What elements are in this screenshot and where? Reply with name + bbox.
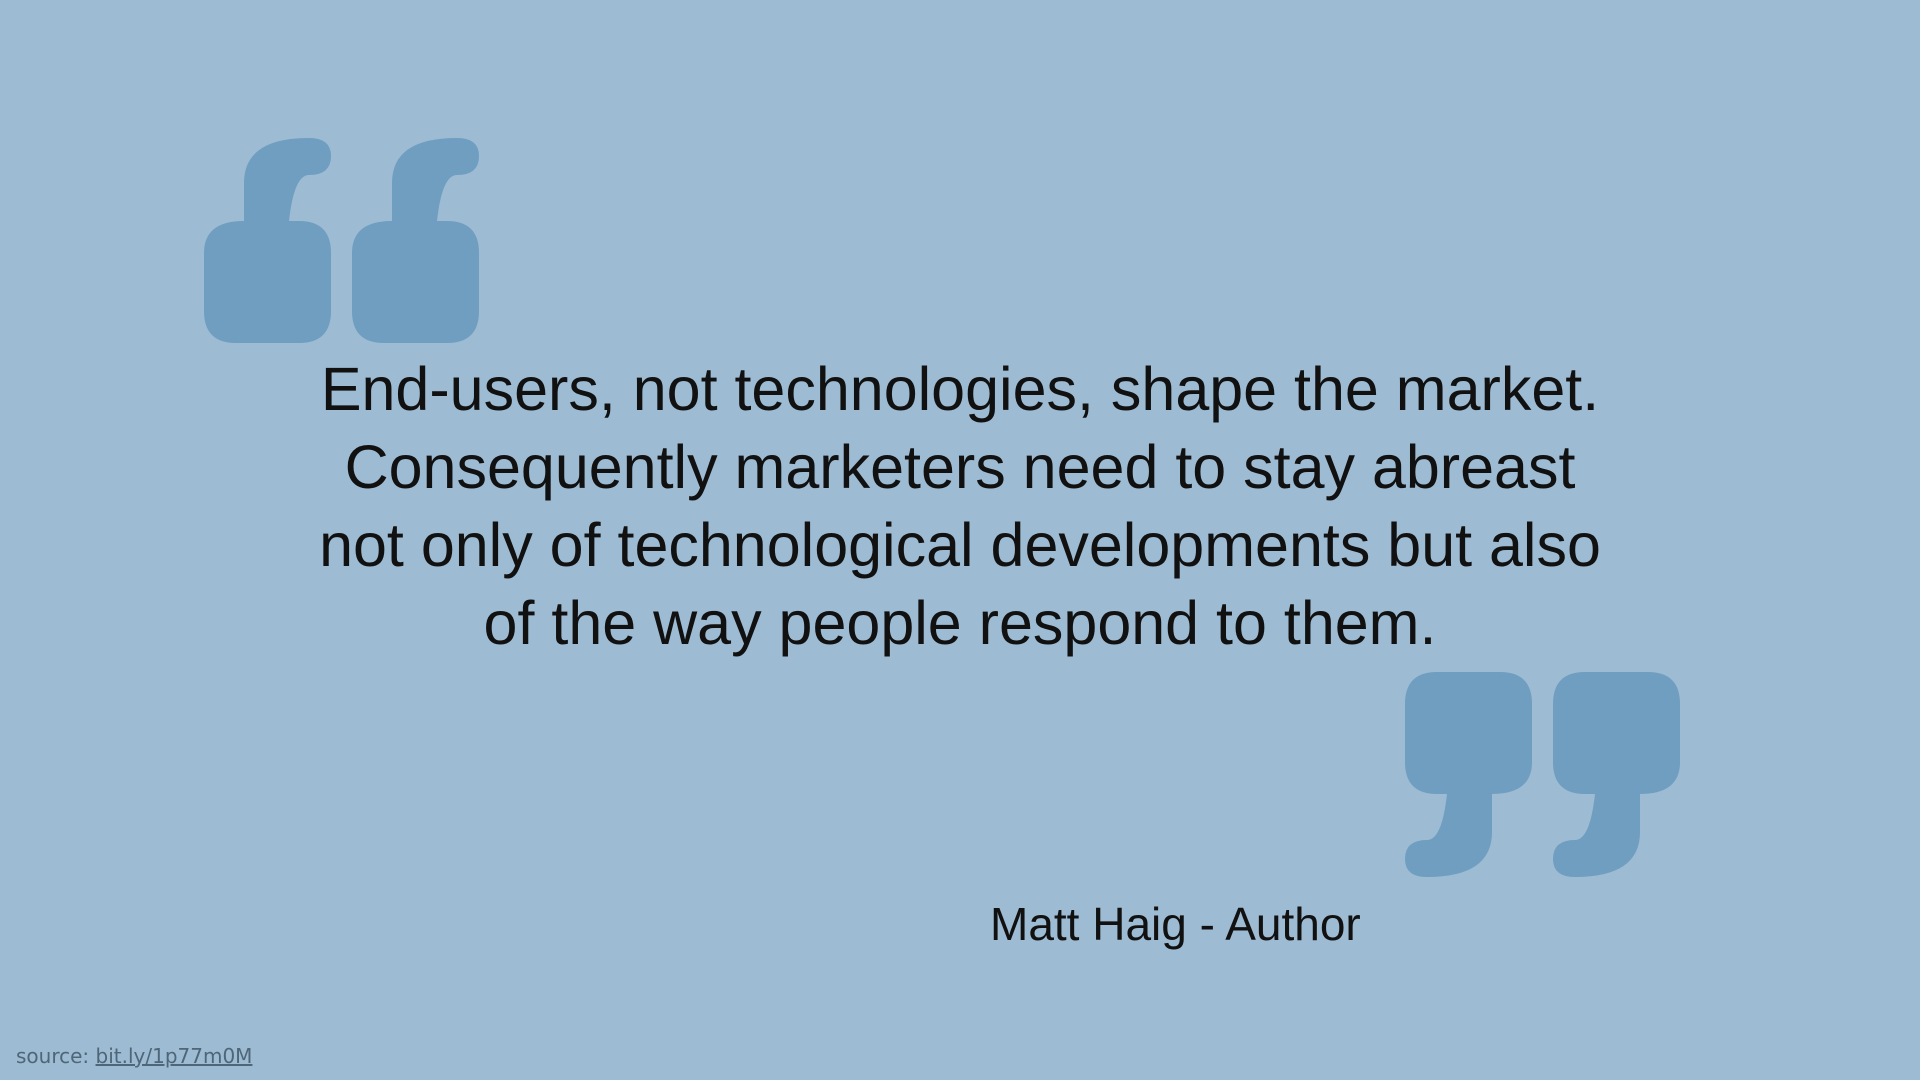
quote-slide: End-users, not technologies, shape the m… <box>0 0 1920 1080</box>
close-quote-icon <box>1405 672 1680 877</box>
quote-attribution: Matt Haig - Author <box>990 898 1361 950</box>
quote-line: of the way people respond to them. <box>483 589 1437 657</box>
quote-line: Consequently marketers need to stay abre… <box>344 433 1576 501</box>
open-quote-icon <box>204 138 479 343</box>
quote-line: not only of technological developments b… <box>319 511 1601 579</box>
source-link[interactable]: bit.ly/1p77m0M <box>96 1044 253 1068</box>
quote-line: End-users, not technologies, shape the m… <box>320 355 1600 423</box>
quote-text: End-users, not technologies, shape the m… <box>160 350 1760 662</box>
source-label: source: <box>16 1044 90 1068</box>
source-credit: source: bit.ly/1p77m0M <box>16 1044 252 1068</box>
